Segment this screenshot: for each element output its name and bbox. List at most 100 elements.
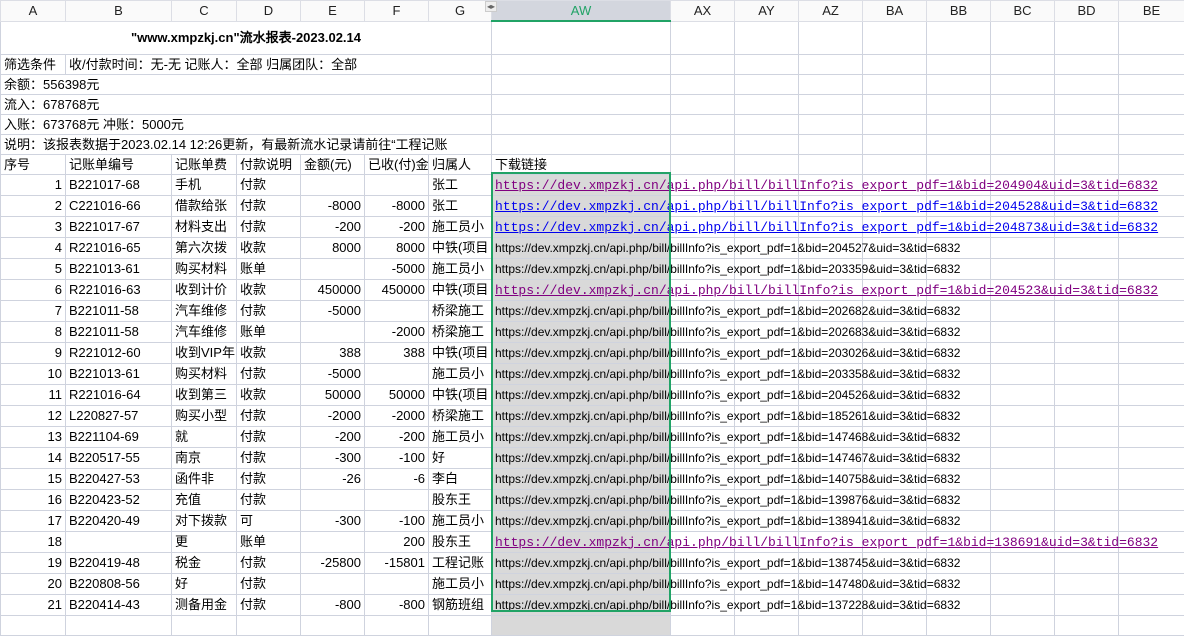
download-link-cell[interactable]: https://dev.xmpzkj.cn/api.php/bill/billI… [492,174,671,195]
header-cell[interactable]: 记账单编号 [66,154,172,174]
amount-cell[interactable]: -300 [301,447,365,468]
payment-desc-cell[interactable]: 账单 [237,531,301,552]
cell[interactable] [492,134,671,154]
cell[interactable] [927,21,991,54]
payment-desc-cell[interactable]: 账单 [237,321,301,342]
paid-amount-cell[interactable]: -200 [365,216,429,237]
cell[interactable] [492,114,671,134]
owner-cell[interactable]: 中铁(项目 [429,279,492,300]
cell[interactable] [671,134,735,154]
download-link-cell[interactable]: https://dev.xmpzkj.cn/api.php/bill/billI… [492,594,671,615]
payment-desc-cell[interactable]: 付款 [237,468,301,489]
bill-code-cell[interactable]: B220808-56 [66,573,172,594]
download-link-cell[interactable]: https://dev.xmpzkj.cn/api.php/bill/billI… [492,489,671,510]
cell[interactable] [1055,342,1119,363]
amount-cell[interactable]: -800 [301,594,365,615]
download-link[interactable]: https://dev.xmpzkj.cn/api.php/bill/billI… [495,577,960,591]
cell[interactable] [172,615,237,635]
column-header-bd[interactable]: BD [1055,1,1119,22]
row-number-cell[interactable]: 8 [1,321,66,342]
cell[interactable] [492,94,671,114]
owner-cell[interactable]: 股东王 [429,489,492,510]
payment-desc-cell[interactable]: 付款 [237,195,301,216]
amount-cell[interactable]: -2000 [301,405,365,426]
cell[interactable] [735,74,799,94]
column-header-c[interactable]: C [172,1,237,22]
bill-code-cell[interactable] [66,531,172,552]
cell[interactable] [1055,300,1119,321]
cell[interactable] [671,615,735,635]
amount-cell[interactable] [301,174,365,195]
download-link[interactable]: https://dev.xmpzkj.cn/api.php/bill/billI… [495,430,960,444]
cell[interactable] [863,114,927,134]
amount-cell[interactable] [301,531,365,552]
cell[interactable] [492,74,671,94]
cell[interactable] [237,615,301,635]
posted-text[interactable]: 入账：673768元 冲账：5000元 [1,114,492,134]
column-header-f[interactable]: F [365,1,429,22]
cell[interactable] [991,363,1055,384]
amount-cell[interactable]: -300 [301,510,365,531]
cell[interactable] [799,21,863,54]
download-link-cell[interactable]: https://dev.xmpzkj.cn/api.php/bill/billI… [492,300,671,321]
paid-amount-cell[interactable] [365,363,429,384]
bill-item-cell[interactable]: 充值 [172,489,237,510]
cell[interactable] [991,54,1055,74]
row-number-cell[interactable]: 11 [1,384,66,405]
note-text[interactable]: 说明：该报表数据于2023.02.14 12:26更新，有最新流水记录请前往“工… [1,134,492,154]
amount-cell[interactable] [301,258,365,279]
cell[interactable] [991,552,1055,573]
cell[interactable] [863,21,927,54]
cell[interactable] [365,615,429,635]
cell[interactable] [1055,134,1119,154]
bill-item-cell[interactable]: 收到计价 [172,279,237,300]
payment-desc-cell[interactable]: 付款 [237,300,301,321]
bill-code-cell[interactable]: C221016-66 [66,195,172,216]
cell[interactable] [735,615,799,635]
cell[interactable] [799,154,863,174]
cell[interactable] [735,134,799,154]
payment-desc-cell[interactable]: 账单 [237,258,301,279]
cell[interactable] [799,615,863,635]
header-cell[interactable]: 归属人 [429,154,492,174]
bill-item-cell[interactable]: 购买材料 [172,363,237,384]
download-link[interactable]: https://dev.xmpzkj.cn/api.php/bill/billI… [495,472,960,486]
download-link-cell[interactable]: https://dev.xmpzkj.cn/api.php/bill/billI… [492,573,671,594]
cell[interactable] [671,54,735,74]
column-header-bb[interactable]: BB [927,1,991,22]
owner-cell[interactable]: 中铁(项目 [429,237,492,258]
row-number-cell[interactable]: 19 [1,552,66,573]
cell[interactable] [735,54,799,74]
cell[interactable] [671,94,735,114]
cell[interactable] [1119,321,1184,342]
row-number-cell[interactable]: 21 [1,594,66,615]
bill-code-cell[interactable]: B221017-67 [66,216,172,237]
bill-code-cell[interactable]: B221013-61 [66,363,172,384]
row-number-cell[interactable]: 6 [1,279,66,300]
cell[interactable] [927,54,991,74]
owner-cell[interactable]: 张工 [429,195,492,216]
amount-cell[interactable]: -5000 [301,363,365,384]
owner-cell[interactable]: 中铁(项目 [429,384,492,405]
cell[interactable] [991,594,1055,615]
amount-cell[interactable] [301,573,365,594]
bill-item-cell[interactable]: 函件非 [172,468,237,489]
cell[interactable] [991,114,1055,134]
cell[interactable] [991,94,1055,114]
bill-code-cell[interactable]: B220517-55 [66,447,172,468]
cell[interactable] [1055,154,1119,174]
bill-item-cell[interactable]: 好 [172,573,237,594]
cell[interactable] [1055,237,1119,258]
download-link[interactable]: https://dev.xmpzkj.cn/api.php/bill/billI… [495,304,960,318]
amount-cell[interactable]: -200 [301,426,365,447]
owner-cell[interactable]: 钢筋班组 [429,594,492,615]
payment-desc-cell[interactable]: 付款 [237,174,301,195]
bill-code-cell[interactable]: B220423-52 [66,489,172,510]
cell[interactable] [1055,573,1119,594]
payment-desc-cell[interactable]: 付款 [237,447,301,468]
paid-amount-cell[interactable]: -2000 [365,405,429,426]
download-link-cell[interactable]: https://dev.xmpzkj.cn/api.php/bill/billI… [492,363,671,384]
cell[interactable] [1119,510,1184,531]
cell[interactable] [927,154,991,174]
cell[interactable] [1055,594,1119,615]
